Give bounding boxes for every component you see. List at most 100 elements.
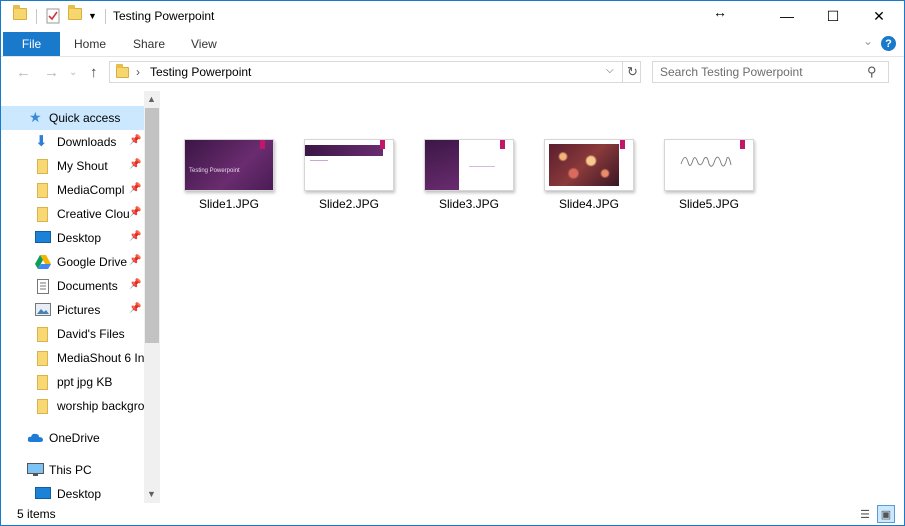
nav-item-davids-files[interactable]: David's Files bbox=[1, 322, 144, 346]
file-explorer-window: ▼ Testing Powerpoint ↔ — ☐ ✕ File Home S… bbox=[0, 0, 905, 526]
item-count: 5 items bbox=[17, 507, 56, 521]
ribbon-tabs: File Home Share View ⌄ ? bbox=[1, 32, 904, 57]
file-name: Slide1.JPG bbox=[198, 197, 260, 211]
close-button[interactable]: ✕ bbox=[856, 1, 902, 31]
nav-item-label: Google Drive bbox=[57, 255, 128, 269]
address-dropdown-icon[interactable]: ⌵ bbox=[606, 65, 614, 76]
folder-icon bbox=[116, 64, 129, 81]
large-icons-view-icon[interactable]: ▣ bbox=[877, 505, 895, 523]
nav-item-label: Desktop bbox=[57, 231, 102, 245]
status-bar: 5 items ☰ ▣ bbox=[1, 503, 904, 525]
slide-tag bbox=[740, 140, 745, 149]
nav-item-label: MediaCompl bbox=[57, 183, 125, 197]
scrollbar-thumb[interactable] bbox=[145, 108, 159, 343]
nav-item-downloads[interactable]: ⬇ Downloads 📌 bbox=[1, 130, 144, 154]
nav-item-onedrive[interactable]: OneDrive bbox=[1, 426, 144, 450]
file-item-slide3[interactable]: Slide3.JPG bbox=[421, 139, 517, 211]
folder-icon bbox=[37, 351, 53, 366]
scroll-down-icon[interactable]: ▼ bbox=[147, 489, 156, 499]
forward-arrow-icon[interactable]: → bbox=[44, 64, 59, 81]
nav-item-google-drive[interactable]: Google Drive 📌 bbox=[1, 250, 144, 274]
download-arrow-icon: ⬇ bbox=[35, 133, 48, 150]
slide-thumbnail: Testing Powerpoint bbox=[184, 139, 274, 191]
slide-thumbnail bbox=[664, 139, 754, 191]
nav-item-worship-backgrounds[interactable]: worship backgro bbox=[1, 394, 144, 418]
breadcrumb-current-folder[interactable]: Testing Powerpoint bbox=[150, 65, 251, 79]
up-arrow-icon[interactable]: ↑ bbox=[90, 64, 98, 81]
file-item-slide1[interactable]: Testing Powerpoint Slide1.JPG bbox=[181, 139, 277, 211]
customize-toolbar-dropdown-icon[interactable]: ▼ bbox=[88, 11, 97, 21]
navigation-pane: ★ Quick access ⬇ Downloads 📌 My Shout 📌 … bbox=[1, 91, 160, 503]
nav-item-desktop[interactable]: Desktop 📌 bbox=[1, 226, 144, 250]
pin-icon[interactable]: 📌 bbox=[129, 159, 141, 170]
nav-item-label: Downloads bbox=[57, 135, 117, 149]
title-bar: ▼ Testing Powerpoint ↔ — ☐ ✕ bbox=[1, 1, 904, 32]
folder-icon bbox=[37, 159, 53, 174]
nav-item-quick-access[interactable]: ★ Quick access bbox=[1, 106, 144, 130]
nav-item-label: David's Files bbox=[57, 327, 125, 341]
new-folder-icon[interactable] bbox=[68, 5, 82, 20]
thumbnail-text-line bbox=[310, 160, 328, 161]
pin-icon[interactable]: 📌 bbox=[129, 279, 141, 290]
tab-file[interactable]: File bbox=[3, 32, 60, 56]
file-name: Slide4.JPG bbox=[558, 197, 620, 211]
file-name: Slide2.JPG bbox=[318, 197, 380, 211]
nav-item-label: This PC bbox=[49, 463, 92, 477]
scroll-up-icon[interactable]: ▲ bbox=[147, 94, 156, 104]
tab-share[interactable]: Share bbox=[133, 37, 165, 51]
help-icon[interactable]: ? bbox=[881, 36, 896, 51]
nav-item-this-pc[interactable]: This PC bbox=[1, 458, 144, 482]
nav-item-mediacompl[interactable]: MediaCompl 📌 bbox=[1, 178, 144, 202]
details-view-icon[interactable]: ☰ bbox=[856, 505, 874, 523]
resize-cursor-icon: ↔ bbox=[713, 4, 727, 20]
pin-icon[interactable]: 📌 bbox=[129, 231, 141, 242]
nav-item-pictures[interactable]: Pictures 📌 bbox=[1, 298, 144, 322]
nav-item-ppt-jpg-kb[interactable]: ppt jpg KB bbox=[1, 370, 144, 394]
nav-item-label: Quick access bbox=[49, 111, 121, 125]
pin-icon[interactable]: 📌 bbox=[129, 135, 141, 146]
nav-item-desktop-pc[interactable]: Desktop bbox=[1, 482, 144, 503]
thumbnail-title: Testing Powerpoint bbox=[189, 168, 240, 174]
nav-item-label: Documents bbox=[57, 279, 118, 293]
nav-item-label: My Shout bbox=[57, 159, 108, 173]
expand-ribbon-chevron-icon[interactable]: ⌄ bbox=[863, 34, 873, 48]
folder-icon bbox=[37, 375, 53, 390]
nav-item-label: Creative Clou bbox=[57, 207, 129, 221]
nav-pane-scrollbar[interactable]: ▲ ▼ bbox=[144, 91, 160, 503]
search-input[interactable]: Search Testing Powerpoint bbox=[660, 65, 803, 79]
nav-item-my-shout[interactable]: My Shout 📌 bbox=[1, 154, 144, 178]
slide-thumbnail bbox=[544, 139, 634, 191]
folder-icon bbox=[37, 183, 53, 198]
nav-item-mediashout-6[interactable]: MediaShout 6 In bbox=[1, 346, 144, 370]
recent-locations-chevron-icon[interactable]: ⌄ bbox=[69, 67, 77, 78]
pin-icon[interactable]: 📌 bbox=[129, 183, 141, 194]
file-item-slide4[interactable]: Slide4.JPG bbox=[541, 139, 637, 211]
nav-item-documents[interactable]: Documents 📌 bbox=[1, 274, 144, 298]
nav-item-creative-cloud[interactable]: Creative Clou 📌 bbox=[1, 202, 144, 226]
pin-icon[interactable]: 📌 bbox=[129, 303, 141, 314]
navigation-bar: ← → ⌄ ↑ › Testing Powerpoint ⌵ ↻ Search … bbox=[1, 57, 904, 90]
tab-home[interactable]: Home bbox=[74, 37, 106, 51]
pin-icon[interactable]: 📌 bbox=[129, 255, 141, 266]
file-item-slide5[interactable]: Slide5.JPG bbox=[661, 139, 757, 211]
file-list: Testing Powerpoint Slide1.JPG Slide2.JPG… bbox=[161, 91, 904, 503]
thumbnail-side-panel bbox=[425, 140, 459, 190]
minimize-button[interactable]: — bbox=[764, 1, 810, 31]
window-title: Testing Powerpoint bbox=[113, 9, 215, 23]
file-item-slide2[interactable]: Slide2.JPG bbox=[301, 139, 397, 211]
folder-icon bbox=[13, 5, 27, 20]
properties-icon[interactable] bbox=[46, 8, 60, 24]
nav-item-label: ppt jpg KB bbox=[57, 375, 113, 389]
maximize-button[interactable]: ☐ bbox=[810, 1, 856, 31]
refresh-icon[interactable]: ↻ bbox=[622, 62, 642, 82]
folder-icon bbox=[37, 327, 53, 342]
back-arrow-icon[interactable]: ← bbox=[16, 64, 31, 81]
search-box[interactable]: Search Testing Powerpoint ⚲ bbox=[652, 61, 889, 83]
address-bar[interactable]: › Testing Powerpoint ⌵ ↻ bbox=[109, 61, 641, 83]
pin-icon[interactable]: 📌 bbox=[129, 207, 141, 218]
search-icon[interactable]: ⚲ bbox=[867, 64, 877, 80]
google-drive-icon bbox=[35, 255, 51, 269]
breadcrumb-separator-icon[interactable]: › bbox=[136, 65, 140, 79]
tab-view[interactable]: View bbox=[191, 37, 217, 51]
thumbnail-header-band bbox=[305, 145, 383, 156]
